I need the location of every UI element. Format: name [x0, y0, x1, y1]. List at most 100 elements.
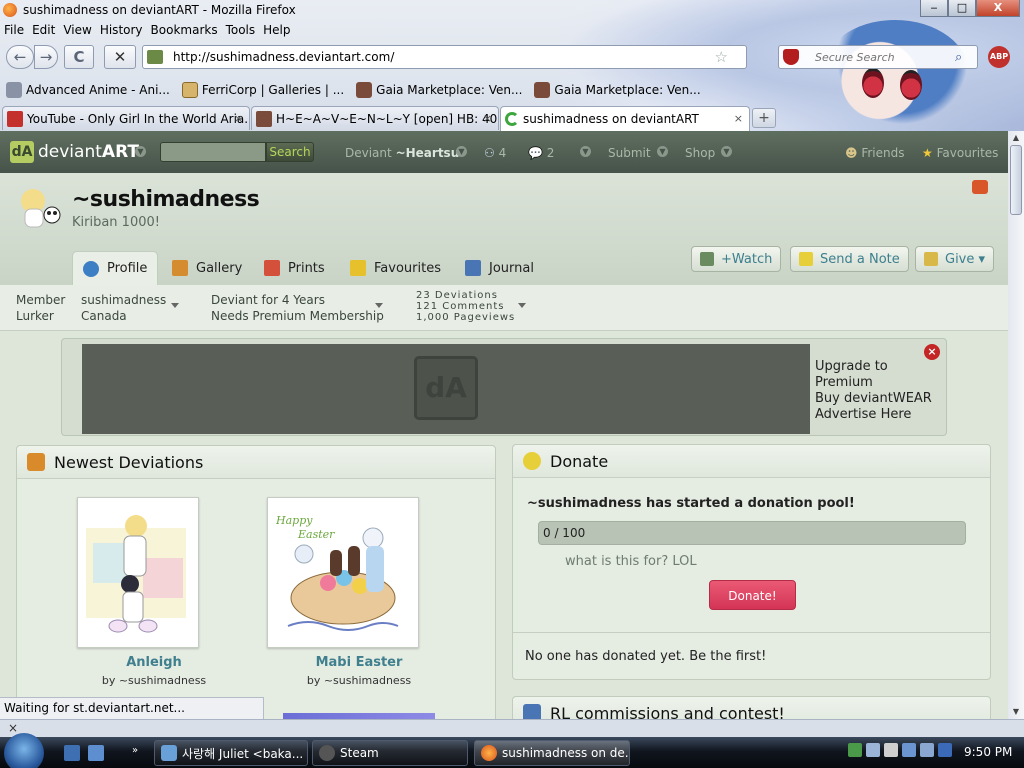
- mabi-easter-artwork: Happy Easter: [275, 514, 399, 631]
- deviation-title[interactable]: Anleigh: [77, 655, 231, 670]
- start-button[interactable]: [4, 733, 44, 768]
- chevron-down-icon[interactable]: [518, 303, 526, 308]
- upgrade-premium-link[interactable]: Upgrade to Premium: [815, 359, 946, 391]
- menu-file[interactable]: File: [4, 23, 24, 37]
- scroll-up-arrow-icon[interactable]: ▲: [1008, 131, 1024, 145]
- tray-app-icon[interactable]: [902, 743, 916, 757]
- chevron-down-icon[interactable]: [171, 303, 179, 308]
- quicklaunch-more-icon[interactable]: »: [132, 745, 148, 761]
- taskbar-item-steam[interactable]: Steam: [312, 740, 468, 766]
- deviantart-logo[interactable]: dA deviantART: [10, 141, 139, 163]
- bookmark-item[interactable]: Advanced Anime - Ani...: [0, 82, 170, 98]
- adblock-plus-icon[interactable]: ABP: [988, 46, 1010, 68]
- maximize-button[interactable]: □: [948, 0, 976, 17]
- menu-bookmarks[interactable]: Bookmarks: [151, 23, 218, 37]
- chevron-down-icon[interactable]: ▼: [580, 146, 591, 157]
- taskbar-clock[interactable]: 9:50 PM: [964, 745, 1012, 759]
- friends-link[interactable]: ☻ Friends: [845, 146, 905, 160]
- tab-youtube[interactable]: YouTube - Only Girl In the World Aria...…: [2, 106, 250, 130]
- minimize-button[interactable]: ‒: [920, 0, 948, 17]
- tab-sushimadness[interactable]: sushimadness on deviantART ×: [500, 106, 750, 131]
- deviation-author[interactable]: by ~sushimadness: [77, 674, 231, 687]
- favourites-link[interactable]: ★ Favourites: [922, 146, 998, 160]
- tab-close-icon[interactable]: ×: [483, 112, 492, 125]
- deviation-thumbnail[interactable]: [77, 497, 199, 648]
- deviation-title[interactable]: Mabi Easter: [267, 655, 451, 670]
- deviantart-logo-icon: dA: [10, 141, 34, 163]
- menu-view[interactable]: View: [63, 23, 91, 37]
- switch-windows-icon[interactable]: [88, 745, 104, 761]
- url-bar[interactable]: http://sushimadness.deviantart.com/ ☆: [142, 45, 747, 69]
- deviation-author[interactable]: by ~sushimadness: [267, 674, 451, 687]
- bookmark-item[interactable]: Gaia Marketplace: Ven...: [350, 82, 522, 98]
- new-tab-button[interactable]: +: [752, 108, 776, 128]
- window-controls: ‒ □ X: [920, 0, 1020, 17]
- user-avatar[interactable]: [16, 183, 62, 229]
- bookmark-item[interactable]: Gaia Marketplace: Ven...: [528, 82, 701, 98]
- menu-tools[interactable]: Tools: [226, 23, 256, 37]
- friends-icon: ☻: [845, 146, 858, 160]
- bookmark-item[interactable]: FerriCorp | Galleries | ...: [176, 82, 344, 98]
- submit-link[interactable]: Submit: [608, 146, 651, 160]
- mcafee-shield-icon: [783, 49, 799, 65]
- tray-app-icon[interactable]: [884, 743, 898, 757]
- messages-indicator[interactable]: ⚇ 4: [484, 146, 506, 160]
- search-bar[interactable]: ⌕: [778, 45, 978, 69]
- tab-close-icon[interactable]: ×: [234, 112, 243, 125]
- tab-prints[interactable]: Prints: [254, 251, 335, 285]
- advertise-here-link[interactable]: Advertise Here: [815, 407, 946, 423]
- donation-pool-message: ~sushimadness has started a donation poo…: [527, 496, 855, 511]
- tab-heavenly[interactable]: H~E~A~V~E~N~L~Y [open] HB: 40K... ×: [251, 106, 499, 130]
- scrollbar-thumb[interactable]: [1010, 145, 1022, 215]
- info-icon: [83, 260, 99, 277]
- back-button[interactable]: ←: [6, 45, 34, 69]
- da-search-input[interactable]: [160, 142, 266, 162]
- tray-app-icon[interactable]: [938, 743, 952, 757]
- network-icon[interactable]: [848, 743, 862, 757]
- deviant-menu[interactable]: Deviant ~Heartsu: [345, 146, 459, 160]
- bookmark-star-icon[interactable]: ☆: [715, 48, 728, 66]
- stop-button[interactable]: ✕: [104, 45, 136, 69]
- chevron-down-icon[interactable]: ▼: [721, 146, 732, 157]
- tray-app-icon[interactable]: [920, 743, 934, 757]
- close-window-button[interactable]: X: [976, 0, 1020, 17]
- deviation-thumbnail[interactable]: Happy Easter: [267, 497, 419, 648]
- msn-icon: [161, 745, 177, 761]
- menu-edit[interactable]: Edit: [32, 23, 55, 37]
- profile-info-strip: Member Lurker sushimadness Canada Devian…: [0, 285, 1008, 331]
- menu-help[interactable]: Help: [263, 23, 290, 37]
- tab-favourites[interactable]: Favourites: [340, 251, 451, 285]
- da-search-button[interactable]: Search: [266, 142, 314, 162]
- taskbar-item-firefox[interactable]: sushimadness on de...: [474, 740, 630, 766]
- donate-button[interactable]: Donate!: [709, 580, 796, 610]
- menu-history[interactable]: History: [100, 23, 143, 37]
- member-label: Member: [16, 293, 66, 307]
- llama-badge-icon[interactable]: [972, 180, 988, 194]
- chevron-down-icon[interactable]: ▼: [657, 146, 668, 157]
- search-magnifier-icon[interactable]: ⌕: [955, 50, 962, 65]
- tab-gallery[interactable]: Gallery: [162, 251, 252, 285]
- chevron-down-icon[interactable]: ▼: [135, 146, 146, 157]
- tab-profile[interactable]: Profile: [72, 251, 159, 285]
- ad-close-button[interactable]: ×: [924, 344, 940, 360]
- chevron-down-icon[interactable]: [375, 303, 383, 308]
- profile-header: ~sushimadness Kiriban 1000! +Watch Send …: [0, 173, 1008, 285]
- buy-deviantwear-link[interactable]: Buy deviantWEAR: [815, 391, 946, 407]
- page-scrollbar[interactable]: ▲ ▼: [1008, 131, 1024, 719]
- chevron-down-icon[interactable]: ▼: [456, 146, 467, 157]
- addon-bar-close-icon[interactable]: ×: [8, 721, 18, 735]
- forward-button[interactable]: →: [34, 45, 58, 69]
- reload-button[interactable]: C: [64, 45, 94, 69]
- shop-link[interactable]: Shop: [685, 146, 715, 160]
- search-input[interactable]: [815, 50, 955, 64]
- journal-icon: [523, 704, 541, 719]
- notes-indicator[interactable]: 💬 2: [528, 146, 554, 160]
- binoculars-icon: ⚇: [484, 146, 495, 160]
- show-desktop-icon[interactable]: [64, 745, 80, 761]
- taskbar-item-juliet[interactable]: 사랑해 Juliet <baka...: [154, 740, 308, 766]
- tab-journal[interactable]: Journal: [455, 251, 544, 285]
- volume-icon[interactable]: [866, 743, 880, 757]
- ad-banner[interactable]: dA: [82, 344, 810, 434]
- tab-close-icon[interactable]: ×: [734, 112, 743, 125]
- scroll-down-arrow-icon[interactable]: ▼: [1008, 705, 1024, 719]
